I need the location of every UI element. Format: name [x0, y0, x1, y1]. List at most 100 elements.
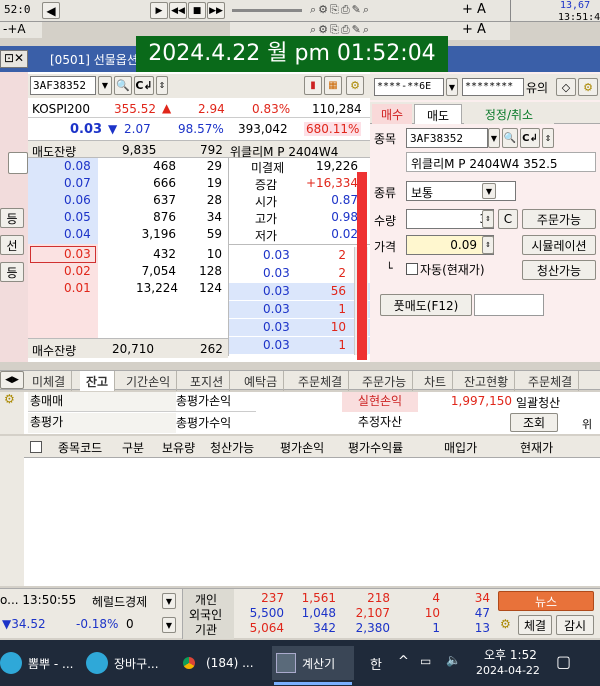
account-select[interactable]: ****-**6E [374, 78, 444, 96]
quote-code-input[interactable]: 3AF38352 [30, 76, 96, 95]
price-pct: 98.57% [178, 122, 224, 136]
price-arrow: ▼ [108, 122, 118, 136]
network-icon[interactable]: ▭ [420, 654, 431, 668]
taskbar-app-calculator[interactable]: 계산기 [272, 646, 354, 680]
code-dropdown-icon[interactable]: ▼ [98, 76, 112, 95]
play-icon[interactable]: ▶ [150, 2, 168, 19]
fill-button[interactable]: 체결 [518, 615, 552, 635]
liquidation-button[interactable]: 청산가능 [522, 260, 596, 280]
taskbar-app-1[interactable]: 뽐뿌 - ... [0, 648, 80, 678]
inquiry-button[interactable]: 조회 [510, 413, 558, 432]
erase-icon[interactable]: ◇ [556, 78, 576, 96]
order-code-dropdown-icon[interactable]: ▼ [488, 128, 500, 148]
tab-modify-cancel[interactable]: 정정/취소 [464, 104, 554, 124]
tab-balance-status[interactable]: 잔고현황 [458, 371, 516, 391]
ime-indicator[interactable]: 한 [370, 654, 382, 673]
select-all-checkbox[interactable] [30, 441, 42, 453]
bulk-liquidation-button[interactable]: 일괄청산 [516, 394, 560, 411]
datetime-overlay: 2024.4.22 월 pm 01:52:04 [136, 36, 448, 72]
tab-sell[interactable]: 매도 [414, 104, 462, 124]
tray-chevron-icon[interactable]: ^ [398, 654, 409, 669]
bid-count: 262 [200, 342, 223, 356]
speed-slider[interactable] [232, 9, 302, 12]
scroll-left-button[interactable]: ◀ [42, 2, 60, 19]
put-sell-button[interactable]: 풋매도(F12) [380, 294, 472, 316]
realized-pl-label: 실현손익 [342, 392, 418, 412]
order-spin-icon[interactable]: ⇕ [542, 128, 554, 148]
price-spin-icon[interactable]: ⇕ [482, 236, 494, 254]
orderbook-footer: 매수잔량 20,710 262 [28, 338, 228, 358]
volume: 393,042 [238, 122, 288, 136]
order-type-dropdown-icon[interactable]: ▼ [482, 183, 496, 199]
window-left-controls[interactable]: ⊡✕ [0, 50, 28, 68]
toolbar-icons[interactable]: ⌕⚙⎘⎙✎⌕ [310, 3, 371, 17]
order-settings-gear-icon[interactable]: ⚙ [578, 78, 598, 96]
tabs-scroll-icon[interactable]: ◀▶ [0, 371, 24, 389]
simulation-button[interactable]: 시뮬레이션 [522, 235, 596, 255]
bg-window-sliver: 등 선 등 [0, 72, 28, 362]
bottom-tabs: ◀▶ 미체결 잔고 기간손익 포지션 예탁금 주문체결 주문가능 차트 잔고현황… [0, 370, 600, 391]
order-link-icon[interactable]: C↲ [520, 128, 540, 148]
qty-clear-button[interactable]: C [498, 209, 518, 229]
tab-order-fill-2[interactable]: 주문체결 [522, 371, 580, 391]
monitor-button[interactable]: 감시 [556, 615, 594, 635]
tick-list: 0.032 0.032 0.0356 0.031 0.0310 0.031 ▲ … [228, 244, 370, 356]
volume-icon[interactable]: 🔈 [446, 653, 461, 667]
calculator-icon [276, 653, 296, 673]
tab-position[interactable]: 포지션 [184, 371, 231, 391]
sell-extra-field[interactable] [474, 294, 544, 316]
password-input[interactable]: ******** [462, 78, 524, 96]
news-button[interactable]: 뉴스 [498, 591, 594, 611]
search-icon[interactable]: 🔍 [114, 76, 132, 95]
settings-gear-icon[interactable]: ⚙ [346, 76, 364, 95]
order-search-icon[interactable]: 🔍 [502, 128, 518, 148]
index-val-status: 0 [126, 617, 134, 631]
grid-icon[interactable]: ▦ [324, 76, 342, 95]
taskbar-app-2[interactable]: 장바구... [86, 648, 170, 678]
tab-deposit[interactable]: 예탁금 [238, 371, 285, 391]
qty-input[interactable]: 3 [406, 209, 494, 229]
order-code-input[interactable]: 3AF38352 [406, 128, 488, 148]
media-controls: ▶ ◀◀ ■ ▶▶ [150, 2, 226, 19]
stop-icon[interactable]: ■ [188, 2, 206, 19]
forward-icon[interactable]: ▶▶ [207, 2, 225, 19]
font-size-controls[interactable]: + A [462, 2, 486, 17]
index-row: KOSPI200 355.52 ▲ 2.94 0.83% 110,284 [28, 100, 370, 118]
status-bar: o... 13:50:55 헤럴드경제 ▼ ▼34.52 -0.18% 0 ▼ … [0, 588, 600, 639]
spin-icon[interactable]: ⇕ [156, 76, 168, 95]
tab-period-pl[interactable]: 기간손익 [120, 371, 178, 391]
index-dropdown-icon[interactable]: ▼ [162, 617, 176, 633]
status-gear-icon[interactable]: ⚙ [500, 617, 511, 631]
account-dropdown-icon[interactable]: ▼ [446, 78, 458, 96]
notification-icon[interactable]: ▢ [556, 652, 571, 671]
taskbar-app-chrome[interactable]: (184) ... [178, 648, 264, 678]
qty-label: 수량 [374, 214, 397, 228]
auto-price-checkbox[interactable] [406, 263, 418, 275]
price-input[interactable]: 0.09 [406, 235, 494, 255]
news-source[interactable]: 헤럴드경제 [92, 593, 147, 610]
tab-buy[interactable]: 매수 [372, 104, 412, 124]
toolbar-icons-2[interactable]: ⌕⚙⎘⎙✎⌕ [310, 23, 371, 37]
summary-gear-icon[interactable]: ⚙ [0, 392, 15, 406]
link-icon[interactable]: C↲ [134, 76, 154, 95]
qty-spin-icon[interactable]: ⇕ [482, 210, 494, 228]
clock-time[interactable]: 오후 1:52 [484, 646, 537, 663]
index-change: 2.94 [198, 102, 225, 116]
orderable-button[interactable]: 주문가능 [522, 209, 596, 229]
chrome-icon [178, 652, 200, 674]
layout-icon[interactable]: ▮ [304, 76, 322, 95]
news-dropdown-icon[interactable]: ▼ [162, 593, 176, 609]
strength-bar [357, 172, 367, 360]
tab-unfilled[interactable]: 미체결 [26, 371, 73, 391]
tab-chart[interactable]: 차트 [418, 371, 454, 391]
rewind-icon[interactable]: ◀◀ [169, 2, 187, 19]
tab-orderable[interactable]: 주문가능 [356, 371, 414, 391]
clock-date[interactable]: 2024-04-22 [476, 664, 540, 677]
font-size-controls-2[interactable]: + A [462, 22, 486, 37]
background-toolbar: 52:0 ◀ ▶ ◀◀ ■ ▶▶ ⌕⚙⎘⎙✎⌕ + A 13,67 13:51:… [0, 0, 600, 23]
app-1-icon [0, 652, 22, 674]
tab-order-fill[interactable]: 주문체결 [292, 371, 350, 391]
col-current-price: 현재가 [520, 441, 554, 455]
order-type-select[interactable]: 보통 [406, 181, 516, 201]
tab-balance[interactable]: 잔고 [80, 371, 116, 391]
